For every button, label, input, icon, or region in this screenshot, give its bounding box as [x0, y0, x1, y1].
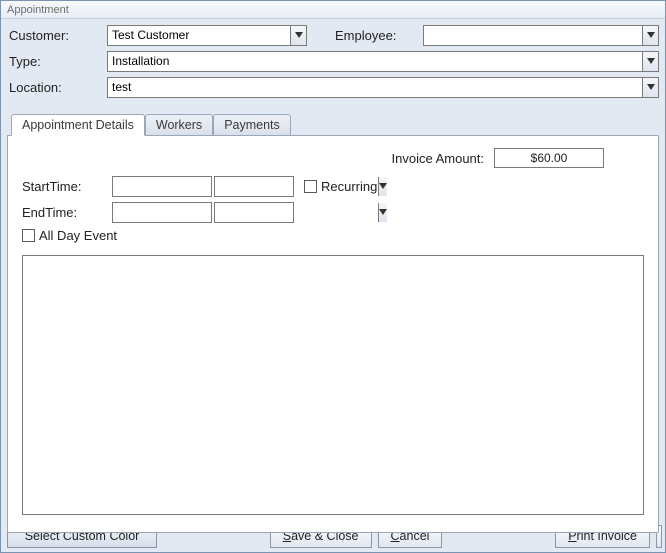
type-input[interactable]: [108, 52, 642, 71]
endtime-time[interactable]: [214, 202, 294, 223]
header-area: Customer: Employee: Type:: [1, 19, 665, 111]
tabs-container: Appointment Details Workers Payments Inv…: [7, 111, 659, 533]
employee-input[interactable]: [424, 26, 642, 45]
customer-combo[interactable]: [107, 25, 307, 46]
tab-payments[interactable]: Payments: [213, 114, 291, 135]
checkbox-icon[interactable]: [22, 229, 35, 242]
recurring-checkbox[interactable]: Recurring: [304, 179, 377, 194]
window-title: Appointment: [1, 1, 665, 19]
chevron-down-icon[interactable]: [642, 78, 658, 97]
allday-checkbox[interactable]: All Day Event: [22, 228, 117, 243]
invoice-amount-value[interactable]: $60.00: [494, 148, 604, 168]
employee-combo[interactable]: [423, 25, 659, 46]
endtime-label: EndTime:: [22, 205, 112, 220]
tab-appointment-details[interactable]: Appointment Details: [11, 114, 145, 136]
tab-workers[interactable]: Workers: [145, 114, 213, 135]
location-input[interactable]: [108, 78, 642, 97]
starttime-time[interactable]: [214, 176, 294, 197]
type-combo[interactable]: [107, 51, 659, 72]
tab-panel-details: Invoice Amount: $60.00 StartTime: Rec: [7, 135, 659, 533]
chevron-down-icon[interactable]: [642, 26, 658, 45]
allday-label: All Day Event: [39, 228, 117, 243]
starttime-label: StartTime:: [22, 179, 112, 194]
customer-input[interactable]: [108, 26, 290, 45]
employee-label: Employee:: [333, 28, 423, 43]
endtime-time-input[interactable]: [215, 203, 378, 222]
notes-area[interactable]: [22, 255, 644, 515]
starttime-date[interactable]: [112, 176, 212, 197]
chevron-down-icon[interactable]: [642, 52, 658, 71]
endtime-date[interactable]: [112, 202, 212, 223]
checkbox-icon[interactable]: [304, 180, 317, 193]
appointment-window: Appointment Customer: Employee: Type:: [0, 0, 666, 553]
chevron-down-icon[interactable]: [378, 203, 387, 222]
recurring-label: Recurring: [321, 179, 377, 194]
location-label: Location:: [7, 80, 107, 95]
type-label: Type:: [7, 54, 107, 69]
customer-label: Customer:: [7, 28, 107, 43]
location-combo[interactable]: [107, 77, 659, 98]
invoice-amount-label: Invoice Amount:: [392, 151, 485, 166]
tab-strip: Appointment Details Workers Payments: [7, 111, 659, 135]
chevron-down-icon[interactable]: [290, 26, 306, 45]
chevron-down-icon[interactable]: [378, 177, 387, 196]
